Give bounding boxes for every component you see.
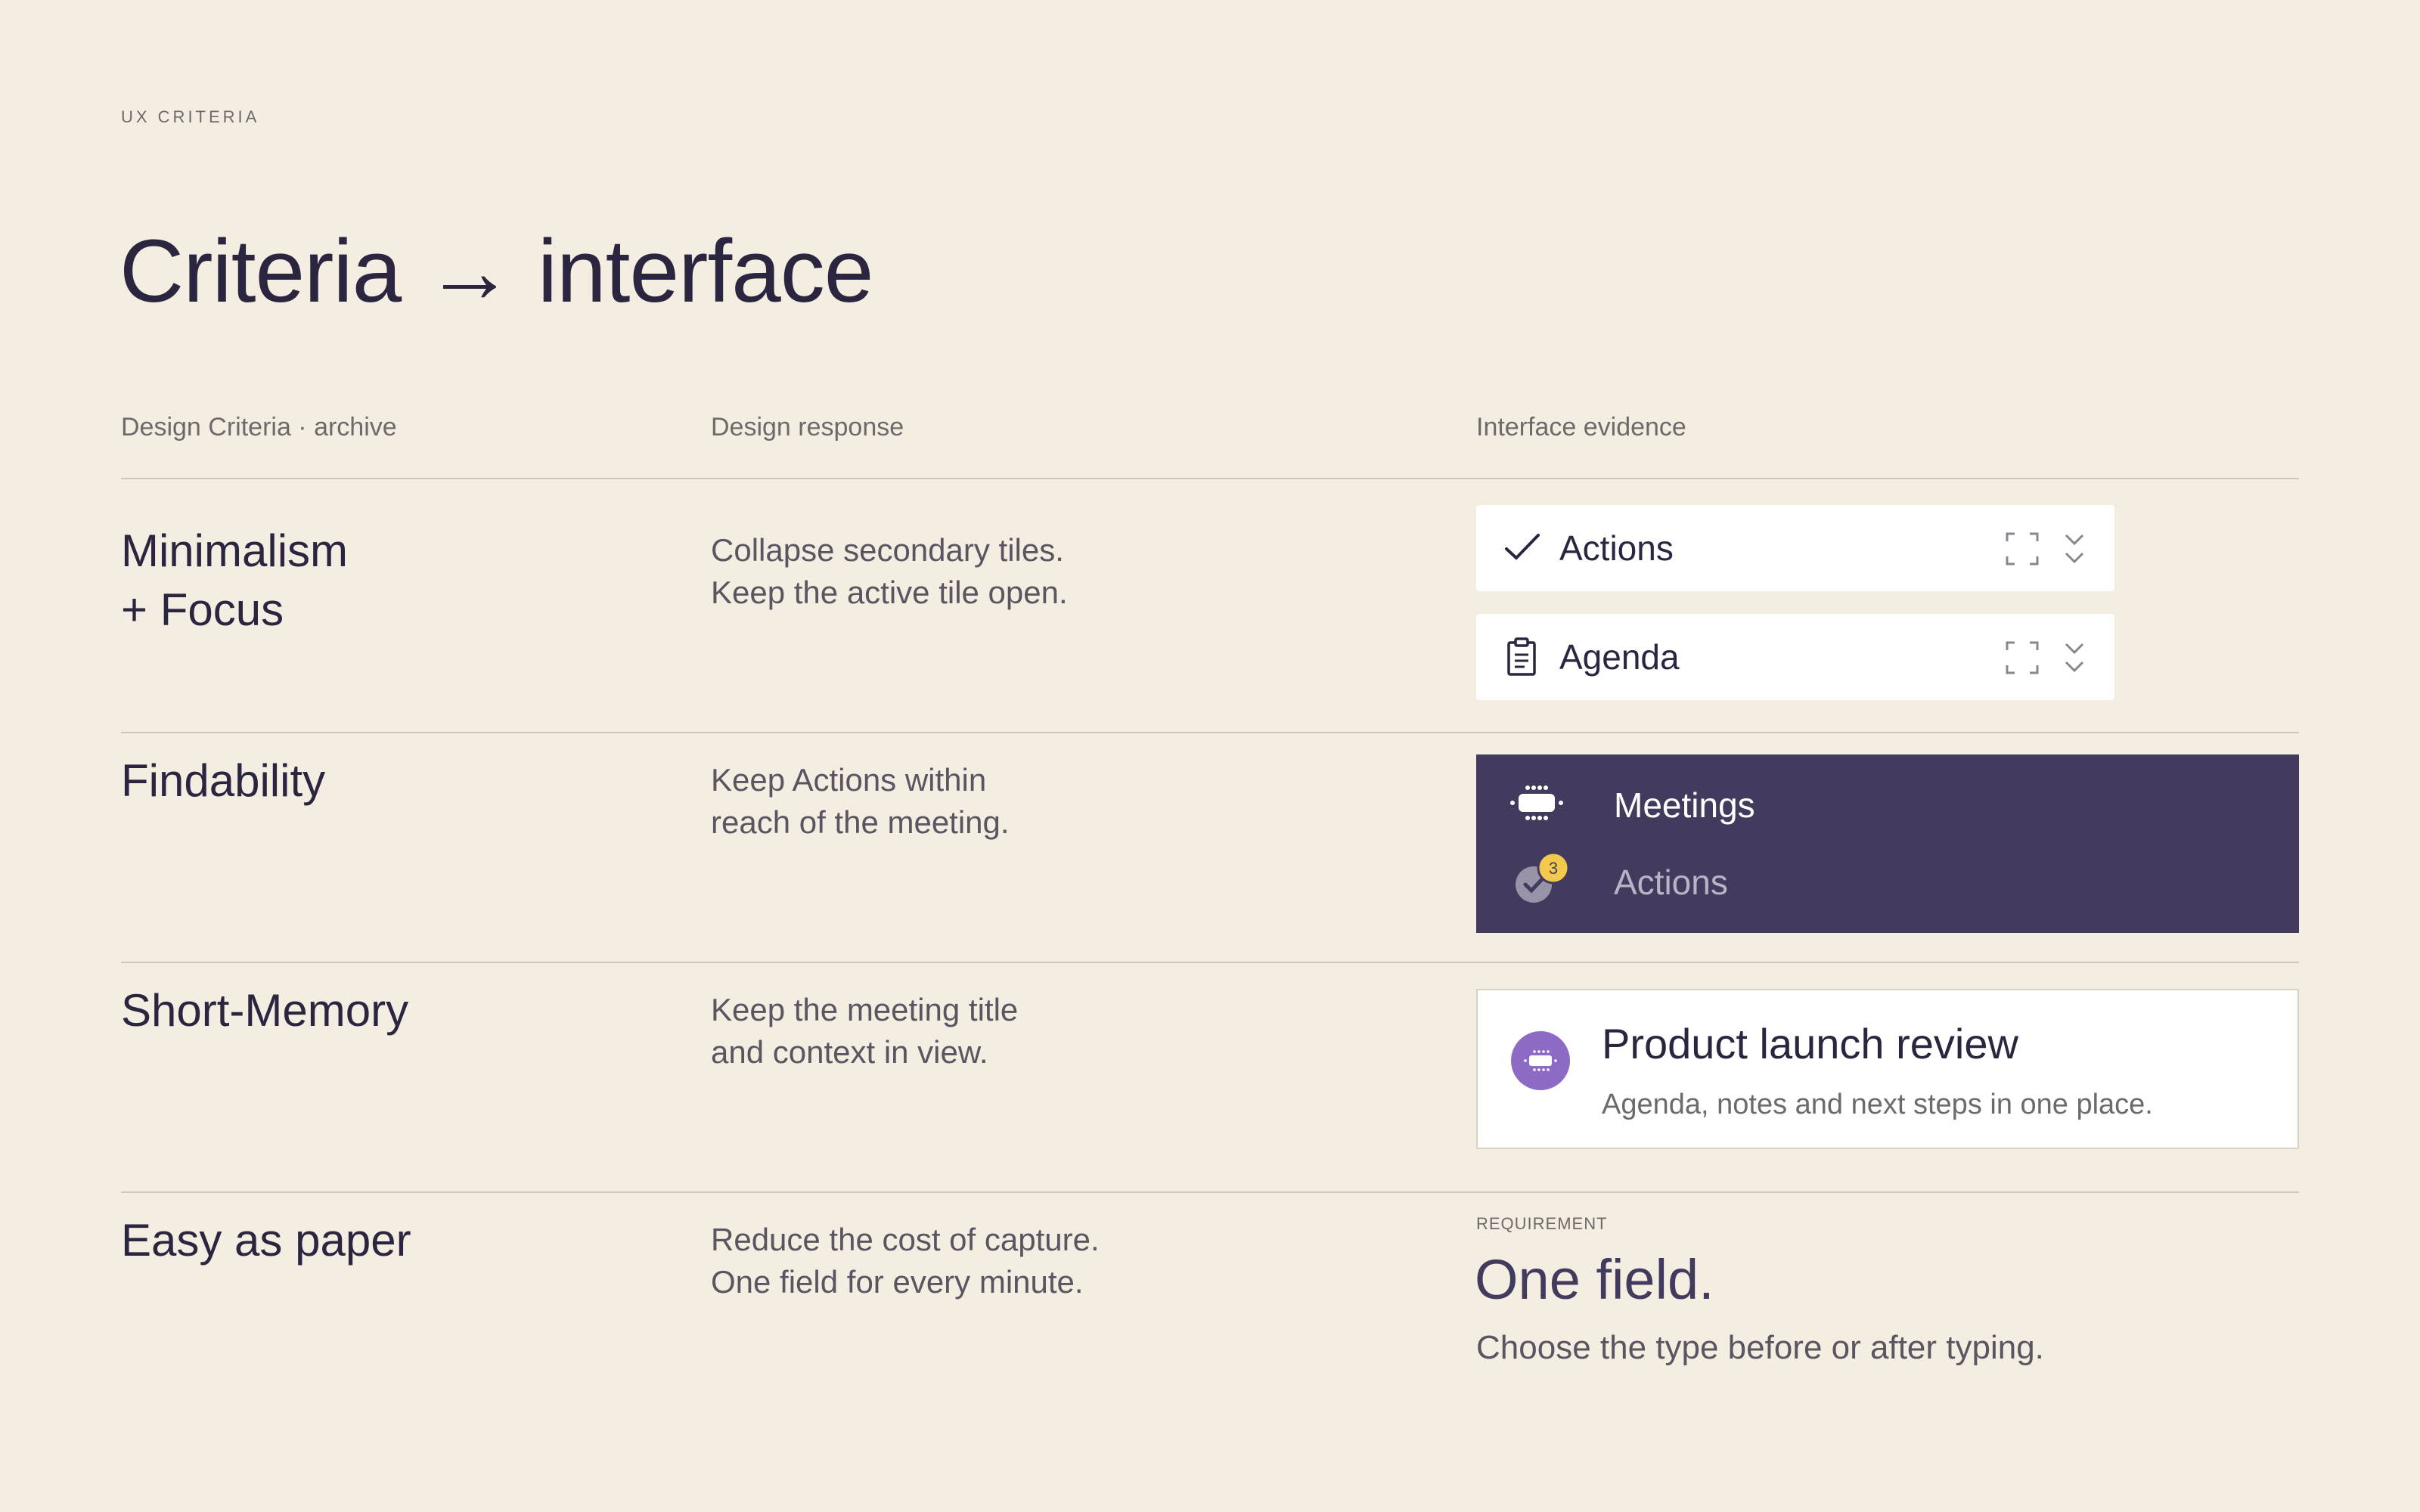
meeting-table-icon [1510, 785, 1563, 820]
page-title: Criteria → interface [119, 222, 873, 321]
column-header-criteria: Design Criteria · archive [121, 413, 397, 442]
response-line: reach of the meeting. [711, 804, 1010, 840]
response-line: Keep Actions within [711, 762, 987, 798]
meeting-title: Product launch review [1602, 1020, 2018, 1067]
response-line: Collapse secondary tiles. [711, 532, 1064, 568]
tile-agenda[interactable]: Agenda [1476, 614, 2114, 700]
expand-icon[interactable] [2006, 532, 2039, 565]
criterion-line: Findability [121, 755, 326, 806]
clipboard-icon [1507, 637, 1536, 676]
nav-item-meetings[interactable]: Meetings [1614, 785, 1755, 826]
nav-item-actions[interactable]: Actions [1614, 862, 1728, 903]
column-header-response: Design response [711, 413, 904, 442]
table-divider [121, 1191, 2299, 1193]
column-header-evidence: Interface evidence [1476, 413, 1686, 442]
response-line: and context in view. [711, 1034, 988, 1070]
check-circle-icon: 3 [1516, 851, 1568, 903]
sidebar-nav: Meetings 3 Actions [1476, 754, 2299, 933]
section-eyebrow: UX CRITERIA [121, 107, 260, 126]
table-divider [121, 732, 2299, 733]
table-divider [121, 962, 2299, 963]
meeting-avatar-icon [1511, 1031, 1570, 1090]
requirement-heading: One field. [1475, 1248, 1714, 1311]
table-divider [121, 478, 2299, 479]
response-line: Reduce the cost of capture. [711, 1222, 1100, 1257]
response-minimalism: Collapse secondary tiles. Keep the activ… [711, 529, 1068, 614]
response-line: Keep the meeting title [711, 992, 1019, 1027]
tile-label: Agenda [1559, 637, 1680, 677]
criterion-easy-as-paper: Easy as paper [121, 1211, 411, 1270]
criterion-short-memory: Short-Memory [121, 981, 408, 1040]
criterion-findability: Findability [121, 751, 325, 810]
badge-count: 3 [1549, 859, 1558, 878]
chevron-icon[interactable] [2063, 531, 2086, 567]
meeting-card[interactable]: Product launch review Agenda, notes and … [1476, 989, 2299, 1149]
tile-actions[interactable]: Actions [1476, 505, 2114, 591]
expand-icon[interactable] [2006, 641, 2039, 674]
criterion-line: Short-Memory [121, 985, 409, 1036]
response-line: Keep the active tile open. [711, 575, 1068, 610]
criterion-line: Minimalism [121, 525, 348, 576]
requirement-text: Choose the type before or after typing. [1476, 1329, 2044, 1366]
response-findability: Keep Actions within reach of the meeting… [711, 759, 1010, 844]
tile-label: Actions [1559, 528, 1674, 568]
criterion-minimalism-focus: Minimalism + Focus [121, 522, 348, 640]
chevron-icon[interactable] [2063, 640, 2086, 676]
check-icon [1505, 534, 1540, 560]
criterion-line: + Focus [121, 584, 284, 635]
response-line: One field for every minute. [711, 1264, 1084, 1300]
requirement-eyebrow: REQUIREMENT [1476, 1214, 1608, 1233]
response-short-memory: Keep the meeting title and context in vi… [711, 989, 1018, 1074]
meeting-subtitle: Agenda, notes and next steps in one plac… [1602, 1089, 2153, 1120]
criterion-line: Easy as paper [121, 1215, 411, 1266]
response-easy-as-paper: Reduce the cost of capture. One field fo… [711, 1219, 1100, 1303]
